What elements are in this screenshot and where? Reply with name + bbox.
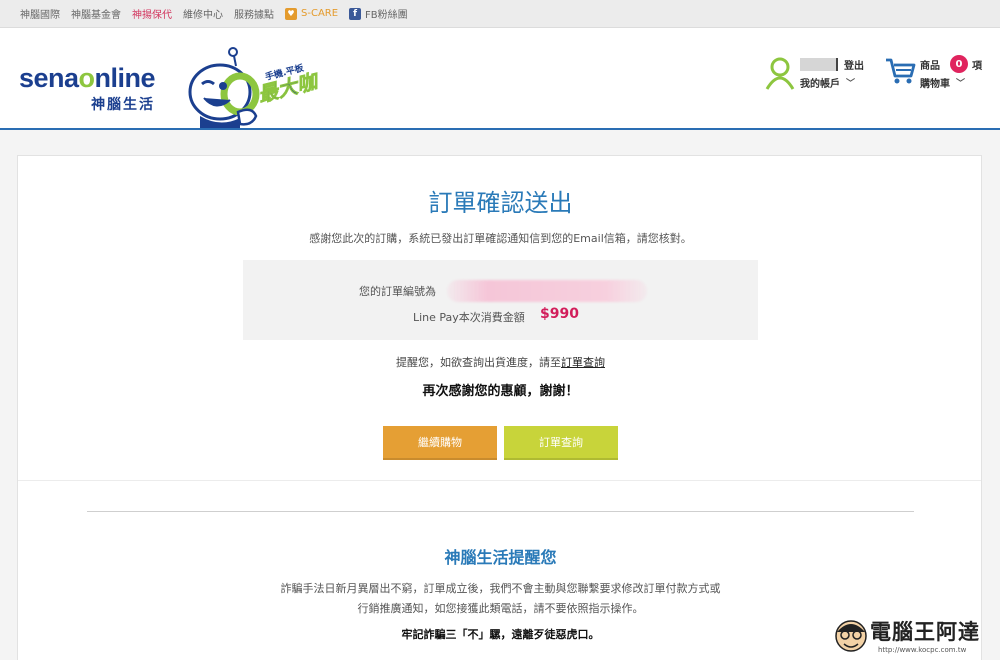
- top-utility-bar: 神腦國際 神腦基金會 神揚保代 維修中心 服務據點 ♥ S-CARE f FB粉…: [0, 0, 1000, 28]
- order-confirmation-card: 訂單確認送出 感謝您此次的訂購，系統已發出訂單確認通知信到您的Email信箱，請…: [17, 155, 982, 660]
- notice-text-line-1: 詐騙手法日新月異層出不窮，訂單成立後，我們不會主動與您聯繫要求修改訂單付款方式或: [280, 582, 721, 595]
- topbar-link-service-points[interactable]: 服務據點: [234, 6, 274, 21]
- chevron-down-icon: ﹀: [956, 79, 966, 89]
- tracking-reminder: 提醒您，如欲查詢出貨進度，請至訂單查詢: [396, 356, 605, 369]
- notice-title: 神腦生活提醒您: [444, 548, 557, 567]
- watermark-text: 電腦王阿達: [870, 620, 980, 644]
- my-account-label: 我的帳戶: [800, 79, 840, 90]
- facebook-label: FB粉絲團: [365, 10, 408, 21]
- cart-items-unit: 項: [972, 60, 982, 72]
- payment-amount: $990: [540, 306, 579, 322]
- my-account-menu[interactable]: 我的帳戶 ﹀: [800, 75, 864, 90]
- facebook-icon: f: [349, 7, 362, 20]
- chevron-down-icon: ﹀: [846, 79, 856, 89]
- order-query-button[interactable]: 訂單查詢: [504, 426, 618, 460]
- cart-label: 購物車: [920, 79, 950, 90]
- site-header: senaonline 神腦生活 手機.平板 最大咖 登出 我的帳戶 ﹀ 商品 0…: [0, 28, 1000, 130]
- order-query-link[interactable]: 訂單查詢: [561, 356, 605, 369]
- order-number-label: 您的訂單編號為: [359, 285, 436, 298]
- section-separator: [18, 480, 981, 481]
- topbar-link-insurance[interactable]: 神揚保代: [132, 6, 172, 21]
- mascot-banner: 手機.平板 最大咖: [188, 47, 323, 128]
- watermark-face-icon: [835, 620, 867, 652]
- order-number-redacted: [447, 280, 647, 302]
- heart-icon: ♥: [285, 7, 297, 20]
- order-info-box: 您的訂單編號為 Line Pay本次消費金額 $990: [243, 260, 758, 340]
- cart-count-badge: 0: [950, 55, 968, 73]
- continue-shopping-button[interactable]: 繼續購物: [383, 426, 497, 460]
- thank-you-message: 再次感謝您的惠顧，謝謝！: [422, 384, 579, 399]
- topbar-link-facebook[interactable]: f FB粉絲團: [349, 6, 408, 21]
- confirmation-message: 感謝您此次的訂購，系統已發出訂單確認通知信到您的Email信箱，請您核對。: [309, 232, 692, 245]
- user-icon: [765, 57, 795, 90]
- username-redacted: [800, 57, 838, 71]
- cart-items-label: 商品: [920, 60, 940, 72]
- watermark-url: http://www.kocpc.com.tw: [878, 646, 967, 654]
- cart-area[interactable]: 商品 0 項 購物車 ﹀: [884, 55, 982, 90]
- topbar-link-scare[interactable]: ♥ S-CARE: [285, 7, 339, 20]
- cart-icon: [886, 58, 916, 84]
- watermark: 電腦王阿達 http://www.kocpc.com.tw: [832, 614, 997, 658]
- logo-chinese-name: 神腦生活: [91, 97, 156, 113]
- scare-label: S-CARE: [301, 8, 339, 19]
- site-logo[interactable]: senaonline 神腦生活: [19, 63, 156, 114]
- logo-wordmark: senaonline: [19, 63, 156, 93]
- payment-label: Line Pay本次消費金額: [413, 311, 525, 324]
- topbar-link-foundation[interactable]: 神腦基金會: [71, 6, 121, 21]
- topbar-link-senao-intl[interactable]: 神腦國際: [20, 6, 60, 21]
- notice-divider: [87, 511, 914, 512]
- page-title: 訂單確認送出: [428, 189, 573, 217]
- topbar-link-repair-center[interactable]: 維修中心: [183, 6, 223, 21]
- logout-link[interactable]: 登出: [844, 57, 864, 72]
- account-area: 登出 我的帳戶 ﹀: [764, 56, 864, 90]
